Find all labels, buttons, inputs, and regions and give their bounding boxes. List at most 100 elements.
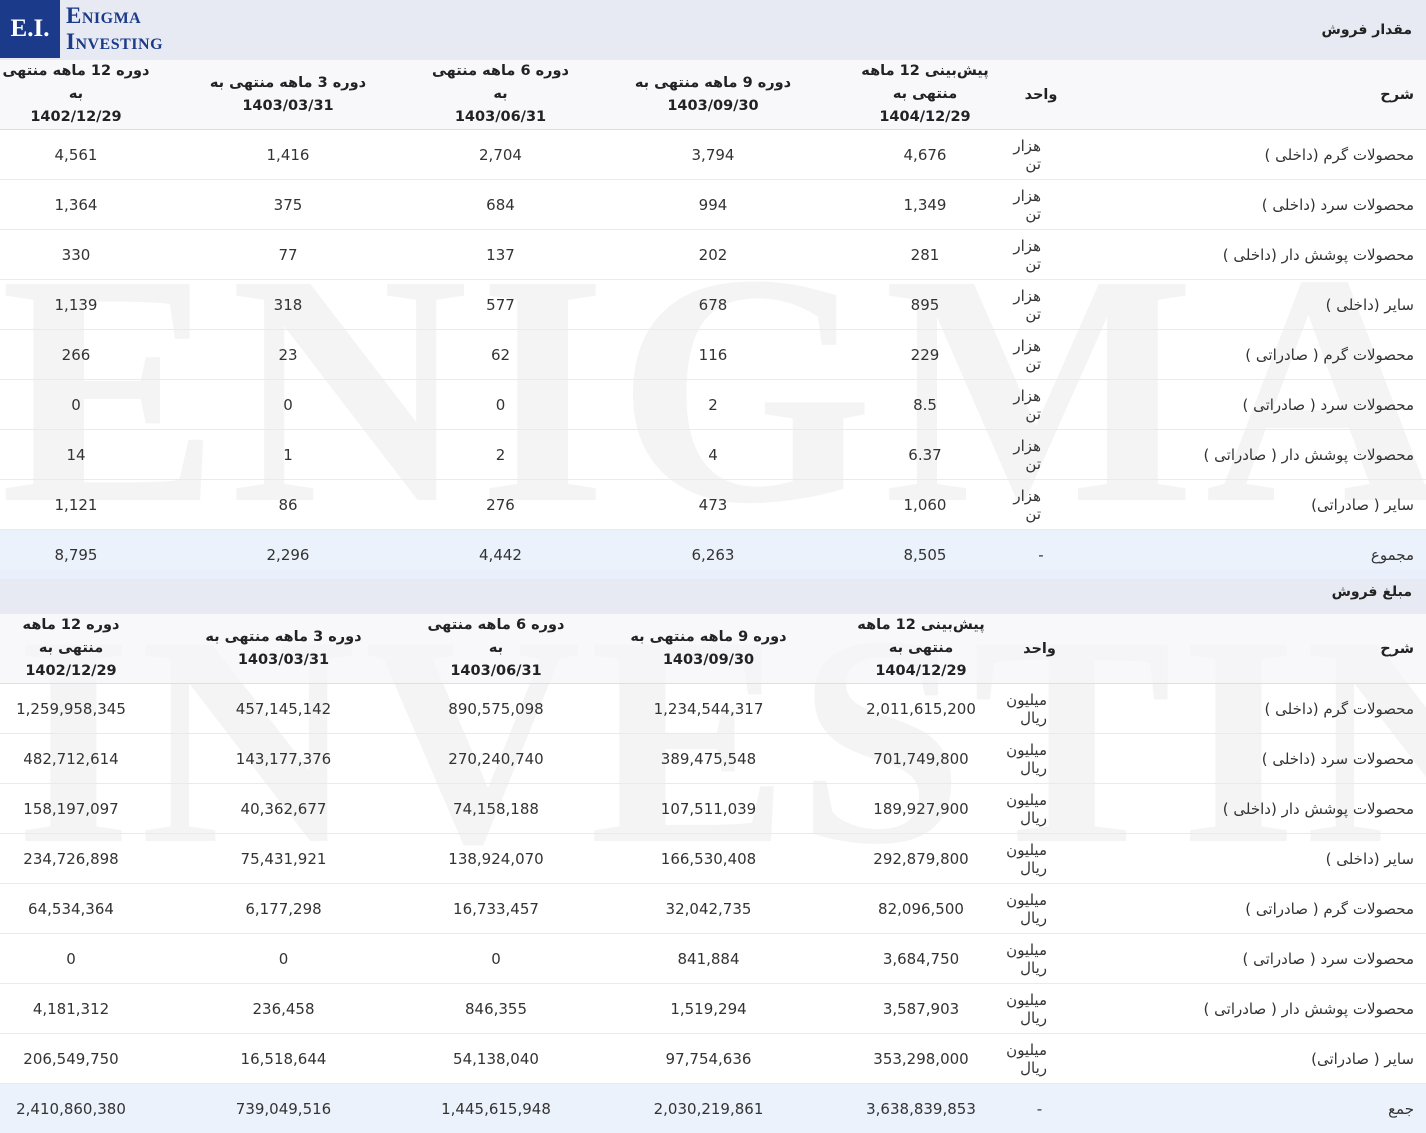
cell-unit: میلیون ریال: [992, 1034, 1087, 1084]
cell-value: 0: [152, 380, 424, 430]
cell-value: 189,927,900: [850, 784, 992, 834]
total-value: 1,445,615,948: [425, 1084, 567, 1133]
cell-value: 62: [424, 330, 577, 380]
cell-description: محصولات سرد ( صادراتی ): [1087, 934, 1426, 984]
cell-value: 206,549,750: [0, 1034, 142, 1084]
cell-value: 684: [424, 180, 577, 230]
cell-value: 86: [152, 480, 424, 530]
table-row: 0 0 0 841,884 3,684,750 میلیون ریال محصو…: [0, 934, 1426, 984]
cell-value: 54,138,040: [425, 1034, 567, 1084]
table-total-row: 2,410,860,380 739,049,516 1,445,615,948 …: [0, 1084, 1426, 1133]
cell-value: 6.37: [849, 430, 1001, 480]
cell-value: 234,726,898: [0, 834, 142, 884]
total-value: 8,505: [849, 530, 1001, 580]
cell-value: 8.5: [849, 380, 1001, 430]
table-row: 4,181,312 236,458 846,355 1,519,294 3,58…: [0, 984, 1426, 1034]
cell-value: 14: [0, 430, 152, 480]
cell-value: 3,684,750: [850, 934, 992, 984]
header-period-12m-1402: دوره 12 ماهه منتهی به1402/12/29: [0, 614, 142, 684]
cell-unit: میلیون ریال: [992, 934, 1087, 984]
cell-value: 1,349: [849, 180, 1001, 230]
cell-value: 229: [849, 330, 1001, 380]
cell-value: 375: [152, 180, 424, 230]
table-row: 158,197,097 40,362,677 74,158,188 107,51…: [0, 784, 1426, 834]
table-total-row: 8,795 2,296 4,442 6,263 8,505 - مجموع: [0, 530, 1426, 580]
cell-value: 2: [424, 430, 577, 480]
cell-value: 577: [424, 280, 577, 330]
cell-description: محصولات گرم ( صادراتی ): [1087, 884, 1426, 934]
cell-value: 1,121: [0, 480, 152, 530]
cell-description: محصولات سرد (داخلی ): [1087, 734, 1426, 784]
cell-value: 841,884: [567, 934, 850, 984]
total-value: 2,410,860,380: [0, 1084, 142, 1133]
cell-value: 292,879,800: [850, 834, 992, 884]
cell-value: 64,534,364: [0, 884, 142, 934]
cell-value: 1,259,958,345: [0, 684, 142, 734]
cell-value: 77: [152, 230, 424, 280]
table-row: 206,549,750 16,518,644 54,138,040 97,754…: [0, 1034, 1426, 1084]
header-period-3m-1403: دوره 3 ماهه منتهی به1403/03/31: [142, 614, 425, 684]
cell-value: 138,924,070: [425, 834, 567, 884]
section-title: مقدار فروش: [1322, 22, 1426, 38]
header-period-9m-1403: دوره 9 ماهه منتهی به1403/09/30: [567, 614, 850, 684]
table-row: 266 23 62 116 229 هزار تن محصولات گرم ( …: [0, 330, 1426, 380]
cell-unit: هزار تن: [1001, 280, 1081, 330]
cell-unit: میلیون ریال: [992, 984, 1087, 1034]
cell-value: 4,181,312: [0, 984, 142, 1034]
cell-value: 0: [424, 380, 577, 430]
cell-unit: میلیون ریال: [992, 734, 1087, 784]
table-row: 64,534,364 6,177,298 16,733,457 32,042,7…: [0, 884, 1426, 934]
logo-line-2: Investing: [66, 29, 163, 55]
table-row: 1,364 375 684 994 1,349 هزار تن محصولات …: [0, 180, 1426, 230]
cell-value: 895: [849, 280, 1001, 330]
cell-value: 266: [0, 330, 152, 380]
cell-value: 1: [152, 430, 424, 480]
cell-description: محصولات گرم ( صادراتی ): [1081, 330, 1426, 380]
cell-unit: هزار تن: [1001, 430, 1081, 480]
cell-value: 701,749,800: [850, 734, 992, 784]
total-value: 3,638,839,853: [850, 1084, 992, 1133]
cell-description: محصولات پوشش دار (داخلی ): [1081, 230, 1426, 280]
cell-value: 74,158,188: [425, 784, 567, 834]
total-value: 2,296: [152, 530, 424, 580]
cell-description: محصولات پوشش دار ( صادراتی ): [1087, 984, 1426, 1034]
cell-value: 2,704: [424, 130, 577, 180]
table-header-row: دوره 12 ماهه منتهی به1402/12/29 دوره 3 م…: [0, 614, 1426, 684]
cell-value: 4,676: [849, 130, 1001, 180]
cell-value: 846,355: [425, 984, 567, 1034]
table-row: 1,259,958,345 457,145,142 890,575,098 1,…: [0, 684, 1426, 734]
header-unit: واحد: [1001, 60, 1081, 130]
cell-value: 994: [577, 180, 849, 230]
cell-value: 97,754,636: [567, 1034, 850, 1084]
cell-value: 318: [152, 280, 424, 330]
cell-value: 4: [577, 430, 849, 480]
cell-value: 6,177,298: [142, 884, 425, 934]
cell-unit: هزار تن: [1001, 330, 1081, 380]
cell-value: 281: [849, 230, 1001, 280]
cell-unit: هزار تن: [1001, 230, 1081, 280]
cell-value: 1,139: [0, 280, 152, 330]
cell-value: 202: [577, 230, 849, 280]
total-label: مجموع: [1081, 530, 1426, 580]
cell-value: 82,096,500: [850, 884, 992, 934]
enigma-investing-logo: E.I. Enigma Investing: [0, 0, 190, 58]
cell-description: محصولات سرد (داخلی ): [1081, 180, 1426, 230]
cell-value: 389,475,548: [567, 734, 850, 784]
sales-amount-table: دوره 12 ماهه منتهی به1402/12/29 دوره 3 م…: [0, 614, 1426, 1133]
cell-value: 0: [142, 934, 425, 984]
cell-value: 482,712,614: [0, 734, 142, 784]
cell-value: 3,794: [577, 130, 849, 180]
cell-value: 1,060: [849, 480, 1001, 530]
cell-unit: هزار تن: [1001, 130, 1081, 180]
total-value: 739,049,516: [142, 1084, 425, 1133]
table-row: 330 77 137 202 281 هزار تن محصولات پوشش …: [0, 230, 1426, 280]
cell-description: محصولات سرد ( صادراتی ): [1081, 380, 1426, 430]
cell-value: 353,298,000: [850, 1034, 992, 1084]
cell-value: 457,145,142: [142, 684, 425, 734]
section-header-sales-quantity: مقدار فروش: [0, 0, 1426, 60]
header-unit: واحد: [992, 614, 1087, 684]
cell-value: 1,519,294: [567, 984, 850, 1034]
table-row: 1,121 86 276 473 1,060 هزار تن سایر ( صا…: [0, 480, 1426, 530]
table-header-row: دوره 12 ماهه منتهی به1402/12/29 دوره 3 م…: [0, 60, 1426, 130]
table-row: 482,712,614 143,177,376 270,240,740 389,…: [0, 734, 1426, 784]
